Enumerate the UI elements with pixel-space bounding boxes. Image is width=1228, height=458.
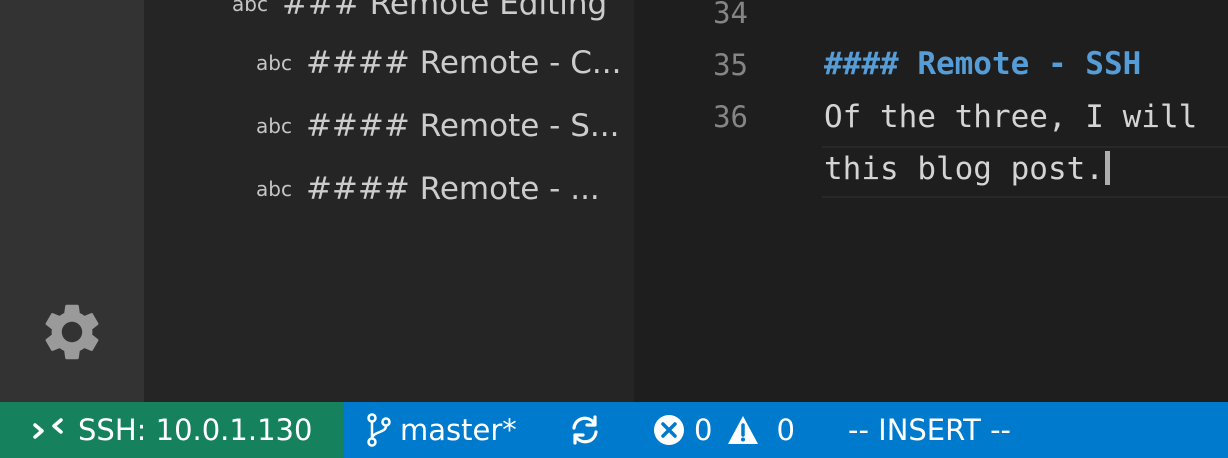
code-line[interactable]: #### Remote - SSH: [824, 46, 1141, 82]
error-icon: [654, 415, 684, 445]
problems-button[interactable]: 0 0: [652, 402, 795, 458]
git-branch-icon: [367, 413, 391, 447]
code-line-text: this blog post.: [824, 151, 1104, 187]
line-number: 35: [713, 48, 748, 82]
warning-icon: [728, 416, 759, 444]
string-symbol-icon: abc: [256, 177, 292, 201]
git-branch-label: master*: [400, 413, 517, 447]
outline-item-label: ### Remote Editing: [281, 0, 608, 22]
sync-button[interactable]: [568, 402, 610, 458]
remote-indicator[interactable]: SSH: 10.0.1.130: [0, 402, 344, 458]
gear-icon[interactable]: [38, 298, 106, 366]
outline-item[interactable]: abc #### Remote - ...: [256, 163, 600, 215]
outline-item[interactable]: abc ### Remote Editing: [232, 0, 607, 30]
outline-item-label: #### Remote - C...: [305, 45, 622, 81]
string-symbol-icon: abc: [232, 0, 268, 16]
activity-bar: [0, 0, 144, 402]
string-symbol-icon: abc: [256, 114, 292, 138]
error-count: 0: [694, 413, 713, 447]
warning-count: 0: [776, 413, 795, 447]
git-branch-button[interactable]: master*: [366, 402, 517, 458]
outline-panel: abc ### Remote Editing abc #### Remote -…: [144, 0, 634, 402]
outline-item-label: #### Remote - S...: [305, 108, 620, 144]
line-number: 36: [713, 100, 748, 134]
outline-item-label: #### Remote - ...: [305, 171, 600, 207]
outline-item[interactable]: abc #### Remote - C...: [256, 37, 621, 89]
text-cursor: [1104, 151, 1110, 185]
remote-icon: [33, 418, 63, 439]
remote-label: SSH: 10.0.1.130: [78, 413, 313, 447]
string-symbol-icon: abc: [256, 51, 292, 75]
vim-mode-indicator: -- INSERT --: [848, 402, 1011, 458]
line-number: 34: [713, 0, 748, 30]
code-line[interactable]: this blog post.: [824, 151, 1110, 187]
editor[interactable]: 34 35 36 #### Remote - SSH Of the three,…: [634, 0, 1228, 402]
code-line[interactable]: Of the three, I will: [824, 99, 1197, 135]
outline-item[interactable]: abc #### Remote - S...: [256, 100, 619, 152]
sync-icon: [572, 415, 598, 445]
status-bar: SSH: 10.0.1.130 master* 0 0 -- INSERT --: [0, 402, 1228, 458]
vim-mode-label: -- INSERT --: [848, 413, 1012, 447]
